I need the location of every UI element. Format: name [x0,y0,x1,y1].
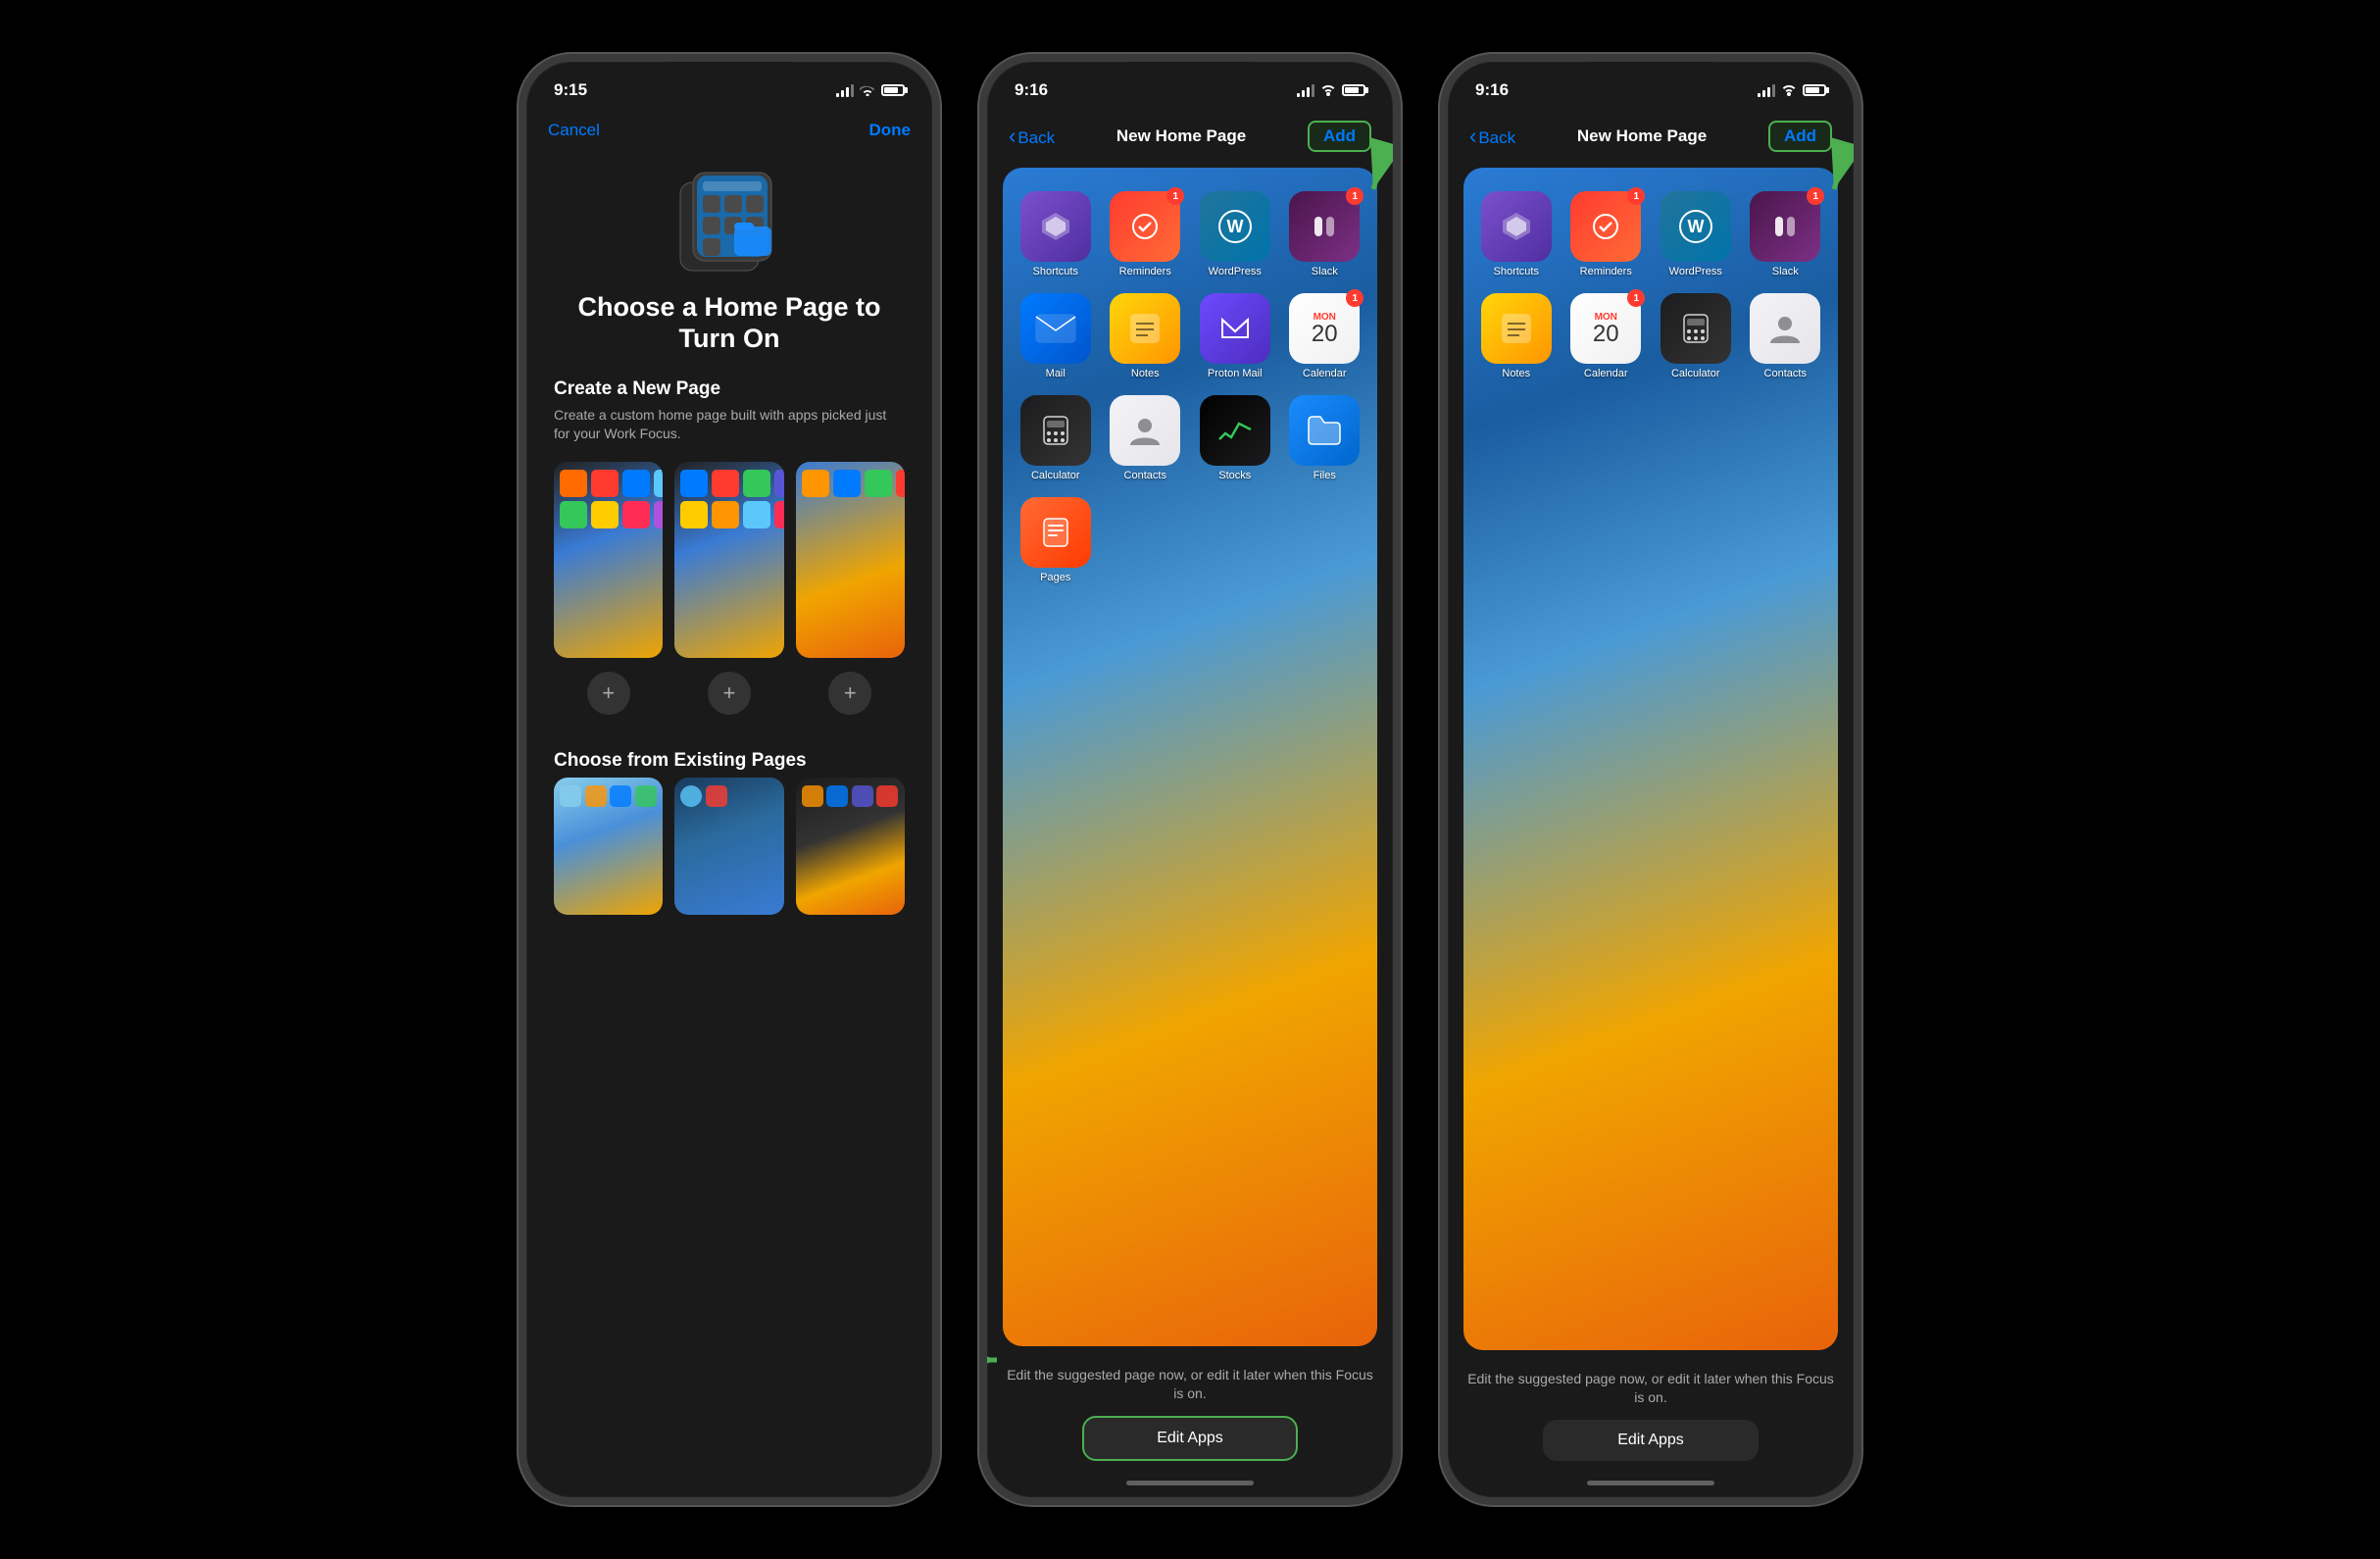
app-wordpress-2[interactable]: W WordPress [1198,191,1272,277]
existing-section-title: Choose from Existing Pages [554,750,905,772]
home-indicator-3 [1587,1481,1714,1485]
app-contacts-3[interactable]: Contacts [1749,293,1823,379]
time-1: 9:15 [554,80,587,100]
wifi-icon-3 [1781,84,1797,96]
app-pages-2[interactable]: Pages [1018,497,1093,583]
app-contacts-2[interactable]: Contacts [1109,395,1183,481]
time-3: 9:16 [1475,80,1509,100]
nav-title-2: New Home Page [1116,126,1246,146]
edit-apps-button-3[interactable]: Edit Apps [1543,1420,1759,1461]
status-icons-1 [836,83,905,97]
app-slack-3[interactable]: 1 Slack [1749,191,1823,277]
phone2-home-content: Shortcuts 1 Reminders W WordPress [987,160,1393,1497]
app-calculator-2[interactable]: Calculator [1018,395,1093,481]
create-section-desc: Create a custom home page built with app… [554,406,905,444]
app-files-2[interactable]: Files [1288,395,1363,481]
app-notes-2[interactable]: Notes [1109,293,1183,379]
app-mail-2[interactable]: Mail [1018,293,1093,379]
done-button[interactable]: Done [869,121,912,140]
app-calendar-3[interactable]: 1 MON 20 Calendar [1569,293,1644,379]
battery-icon-2 [1342,84,1365,96]
phone-1: 9:15 Cancel Done [519,54,940,1505]
app-shortcuts-3[interactable]: Shortcuts [1479,191,1554,277]
cancel-button[interactable]: Cancel [548,121,600,140]
wifi-icon-1 [860,84,875,96]
app-reminders-2[interactable]: 1 Reminders [1109,191,1183,277]
app-reminders-3[interactable]: 1 Reminders [1569,191,1644,277]
home-screen-preview-3: Shortcuts 1 Reminders W WordPress [1463,168,1838,1350]
signal-icon-3 [1758,83,1775,97]
status-bar-2: 9:16 [987,62,1393,113]
app-stocks-2[interactable]: Stocks [1198,395,1272,481]
add-page-2[interactable]: + [674,666,783,715]
app-protonmail-2[interactable]: Proton Mail [1198,293,1272,379]
signal-icon-2 [1297,83,1314,97]
add-page-1[interactable]: + [554,666,663,715]
page-thumb-1[interactable] [554,462,663,658]
svg-text:W: W [1687,217,1704,236]
add-button-3[interactable]: Add [1768,121,1832,152]
nav-bar-2: Back New Home Page Add [987,113,1393,160]
home-page-icon [675,168,783,276]
app-calculator-3[interactable]: Calculator [1659,293,1733,379]
existing-thumbs [554,778,905,915]
home-indicator-2 [1126,1481,1254,1485]
nav-bar-3: Back New Home Page Add [1448,113,1854,160]
app-calendar-2[interactable]: 1 MON 20 Calendar [1288,293,1363,379]
bottom-info-2: Edit the suggested page now, or edit it … [987,1354,1393,1416]
add-page-buttons: + + + [554,666,905,715]
create-section-title: Create a New Page [554,378,905,400]
signal-icon-1 [836,83,854,97]
phones-wrapper: 9:15 Cancel Done [519,54,1861,1505]
phone1-title: Choose a Home Page to Turn On [554,291,905,355]
phone-2: 9:16 Back New Home Page Add [979,54,1401,1505]
app-shortcuts-2[interactable]: Shortcuts [1018,191,1093,277]
status-icons-2 [1297,83,1365,97]
home-screen-apps-2: Shortcuts 1 Reminders W WordPress [1003,168,1377,599]
existing-thumb-2[interactable] [674,778,783,915]
nav-bar-1: Cancel Done [526,113,932,148]
home-screen-apps-3: Shortcuts 1 Reminders W WordPress [1463,168,1838,395]
back-button-3[interactable]: Back [1469,124,1515,149]
svg-text:W: W [1226,217,1243,236]
phone3-home-content: Shortcuts 1 Reminders W WordPress [1448,160,1854,1497]
wifi-icon-2 [1320,84,1336,96]
existing-thumb-3[interactable] [796,778,905,915]
page-thumb-2[interactable] [674,462,783,658]
status-bar-3: 9:16 [1448,62,1854,113]
home-page-icon-area [554,168,905,276]
battery-icon-1 [881,84,905,96]
status-icons-3 [1758,83,1826,97]
page-thumb-3[interactable] [796,462,905,658]
status-bar-1: 9:15 [526,62,932,113]
add-page-3[interactable]: + [796,666,905,715]
edit-apps-button-2[interactable]: Edit Apps [1082,1416,1298,1461]
battery-icon-3 [1803,84,1826,96]
add-button-2[interactable]: Add [1308,121,1371,152]
bottom-info-3: Edit the suggested page now, or edit it … [1448,1358,1854,1420]
phone-3: 9:16 Back New Home Page Add [1440,54,1861,1505]
app-slack-2[interactable]: 1 Slack [1288,191,1363,277]
page-thumbnails [554,462,905,658]
existing-section: Choose from Existing Pages [554,750,905,915]
back-button-2[interactable]: Back [1009,124,1055,149]
home-screen-preview-2: Shortcuts 1 Reminders W WordPress [1003,168,1377,1346]
app-notes-3[interactable]: Notes [1479,293,1554,379]
app-wordpress-3[interactable]: W WordPress [1659,191,1733,277]
time-2: 9:16 [1015,80,1048,100]
phone1-content: Choose a Home Page to Turn On Create a N… [526,148,932,1497]
nav-title-3: New Home Page [1577,126,1707,146]
existing-thumb-1[interactable] [554,778,663,915]
